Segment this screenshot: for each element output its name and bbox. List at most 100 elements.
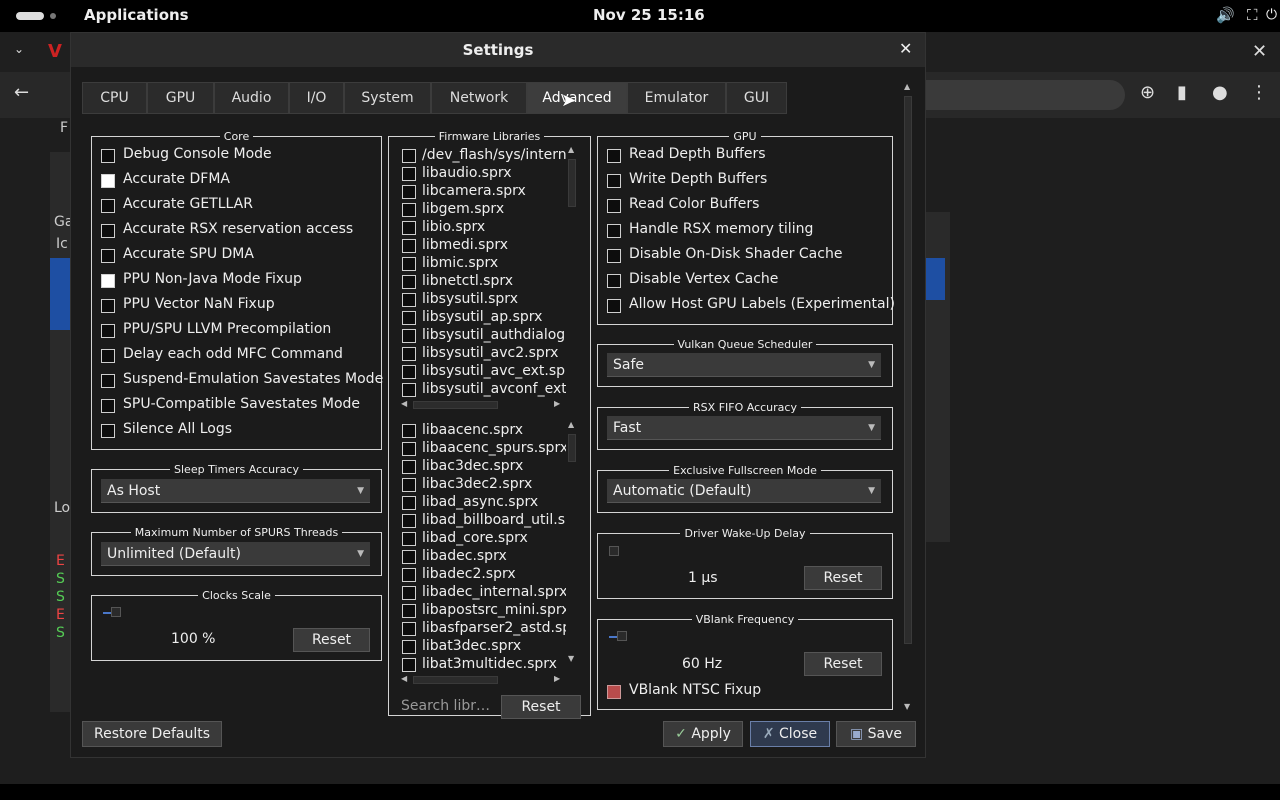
tab-system[interactable]: System — [344, 82, 431, 114]
checkbox-box[interactable] — [402, 550, 416, 564]
checkbox-box[interactable] — [101, 299, 115, 313]
checkbox-box[interactable] — [101, 374, 115, 388]
checkbox-box[interactable] — [402, 365, 416, 379]
checkbox-box[interactable] — [402, 257, 416, 271]
workspace-indicator[interactable] — [16, 12, 44, 20]
checkbox-box[interactable] — [402, 532, 416, 546]
checkbox-box[interactable] — [607, 249, 621, 263]
power-icon[interactable]: ⏻ — [1266, 7, 1277, 23]
checkbox-box[interactable] — [101, 324, 115, 338]
firmware-list-1-hscroll-thumb[interactable] — [413, 401, 498, 409]
workspace-dot[interactable] — [50, 13, 56, 19]
checkbox-box[interactable] — [402, 185, 416, 199]
checkbox-box[interactable] — [607, 224, 621, 238]
tab-io[interactable]: I/O — [289, 82, 344, 114]
rsx-fifo-dropdown[interactable]: Fast ▼ — [607, 416, 881, 440]
volume-icon[interactable]: 🔊 — [1216, 6, 1235, 24]
checkbox-box[interactable] — [101, 274, 115, 288]
scroll-left-icon[interactable]: ◀ — [401, 674, 407, 683]
checkbox-box[interactable] — [402, 203, 416, 217]
checkbox-box[interactable] — [101, 199, 115, 213]
tab-gpu[interactable]: GPU — [147, 82, 214, 114]
clocks-scale-slider[interactable] — [111, 607, 121, 617]
checkbox-box[interactable] — [402, 568, 416, 582]
checkbox-box[interactable] — [607, 274, 621, 288]
checkbox-box[interactable] — [402, 658, 416, 672]
network-icon[interactable]: ⛶ — [1247, 6, 1258, 24]
wakeup-delay-slider[interactable] — [609, 546, 619, 556]
search-libraries-input[interactable]: Search libr… — [401, 698, 490, 714]
vblank-reset-button[interactable]: Reset — [804, 652, 882, 676]
scroll-thumb[interactable] — [568, 434, 576, 462]
checkbox-box[interactable] — [607, 299, 621, 313]
scroll-right-icon[interactable]: ▶ — [554, 399, 560, 408]
scroll-left-icon[interactable]: ◀ — [401, 399, 407, 408]
tab-cpu[interactable]: CPU — [82, 82, 147, 114]
scroll-right-icon[interactable]: ▶ — [554, 674, 560, 683]
scroll-up-icon[interactable]: ▲ — [568, 420, 574, 429]
restore-defaults-button[interactable]: Restore Defaults — [82, 721, 222, 747]
checkbox-box[interactable] — [402, 383, 416, 397]
fullscreen-mode-dropdown[interactable]: Automatic (Default) ▼ — [607, 479, 881, 503]
wakeup-delay-reset-button[interactable]: Reset — [804, 566, 882, 590]
checkbox-box[interactable] — [402, 221, 416, 235]
checkbox-box[interactable] — [402, 586, 416, 600]
checkbox-box[interactable] — [402, 239, 416, 253]
checkbox-box[interactable] — [402, 640, 416, 654]
checkbox-box[interactable] — [402, 149, 416, 163]
firmware-list-1-scrollbar[interactable]: ▲ — [566, 145, 578, 399]
checkbox-box[interactable] — [607, 685, 621, 699]
sidebar-icon[interactable]: ▮ — [1177, 82, 1187, 103]
checkbox-box[interactable] — [402, 478, 416, 492]
checkbox-box[interactable] — [402, 329, 416, 343]
checkbox-box[interactable] — [101, 349, 115, 363]
download-icon[interactable]: ⊕ — [1140, 82, 1155, 103]
firmware-list-2-scrollbar[interactable]: ▲ ▼ — [566, 420, 578, 674]
tab-advanced[interactable]: Advanced — [527, 82, 627, 114]
checkbox-box[interactable] — [402, 311, 416, 325]
tab-network[interactable]: Network — [431, 82, 527, 114]
spurs-threads-dropdown[interactable]: Unlimited (Default) ▼ — [101, 542, 370, 566]
checkbox-box[interactable] — [402, 275, 416, 289]
apply-button[interactable]: ✓ Apply — [663, 721, 743, 747]
dialog-titlebar[interactable]: Settings ✕ — [71, 33, 925, 67]
back-arrow-icon[interactable]: ← — [14, 82, 29, 103]
close-icon[interactable]: ✕ — [1252, 41, 1267, 62]
checkbox-box[interactable] — [402, 622, 416, 636]
chevron-down-icon[interactable]: ⌄ — [14, 42, 24, 56]
checkbox-box[interactable] — [402, 604, 416, 618]
menu-icon[interactable]: ⋮ — [1250, 82, 1268, 103]
scroll-up-icon[interactable]: ▲ — [568, 145, 574, 154]
vulkan-queue-dropdown[interactable]: Safe ▼ — [607, 353, 881, 377]
clock[interactable]: Nov 25 15:16 — [593, 6, 705, 24]
checkbox-box[interactable] — [607, 174, 621, 188]
dialog-scroll-thumb[interactable] — [904, 96, 912, 644]
firmware-list-2-hscroll-thumb[interactable] — [413, 676, 498, 684]
save-button[interactable]: ▣ Save — [836, 721, 916, 747]
checkbox-box[interactable] — [101, 249, 115, 263]
scroll-thumb[interactable] — [568, 159, 576, 207]
checkbox-box[interactable] — [101, 174, 115, 188]
checkbox-box[interactable] — [402, 514, 416, 528]
checkbox-box[interactable] — [607, 199, 621, 213]
tab-gui[interactable]: GUI — [726, 82, 787, 114]
checkbox-box[interactable] — [101, 424, 115, 438]
applications-menu[interactable]: Applications — [84, 6, 189, 24]
scroll-down-icon[interactable]: ▼ — [904, 702, 910, 711]
checkbox-box[interactable] — [607, 149, 621, 163]
dialog-scrollbar[interactable]: ▲ ▼ — [902, 82, 914, 712]
close-icon[interactable]: ✕ — [899, 39, 912, 58]
checkbox-box[interactable] — [402, 167, 416, 181]
scroll-down-icon[interactable]: ▼ — [568, 654, 574, 663]
checkbox-box[interactable] — [402, 442, 416, 456]
vblank-slider[interactable] — [617, 631, 627, 641]
background-url-bar[interactable] — [925, 80, 1125, 110]
tab-emulator[interactable]: Emulator — [627, 82, 726, 114]
checkbox-box[interactable] — [402, 424, 416, 438]
close-button[interactable]: ✗ Close — [750, 721, 830, 747]
checkbox-box[interactable] — [101, 399, 115, 413]
clocks-scale-reset-button[interactable]: Reset — [293, 628, 370, 652]
scroll-up-icon[interactable]: ▲ — [904, 82, 910, 91]
checkbox-box[interactable] — [402, 293, 416, 307]
tab-audio[interactable]: Audio — [214, 82, 289, 114]
